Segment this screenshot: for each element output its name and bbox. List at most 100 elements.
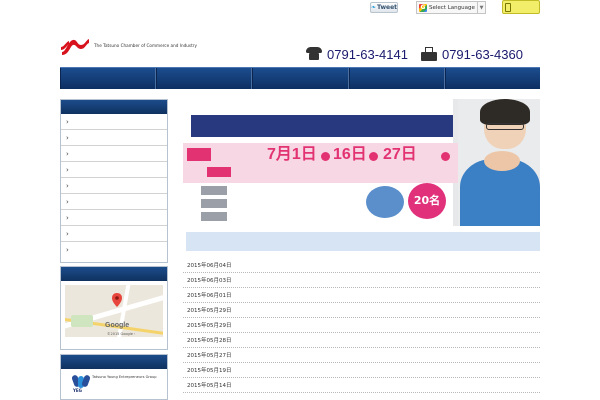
sidebar-menu: › › › › › › › › › xyxy=(60,99,168,263)
news-date: 2015年05月27日 xyxy=(187,353,232,359)
news-date: 2015年05月14日 xyxy=(187,383,232,389)
global-nav xyxy=(60,67,540,89)
google-translate-icon: G xyxy=(419,3,427,12)
banner-info-row xyxy=(201,211,233,221)
youth-group-box: YEG Tatsuno Young Entrepreneurs Group xyxy=(60,354,168,400)
banner-info-row xyxy=(201,198,233,208)
banner-info-tag xyxy=(201,185,227,195)
banner-day: 27日 xyxy=(383,146,417,163)
banner-info-tag xyxy=(201,211,227,221)
access-title xyxy=(61,267,167,281)
map-pin-icon xyxy=(112,293,122,307)
news-item: 2015年05月27日 xyxy=(183,348,540,363)
logo-mark-icon xyxy=(61,39,89,55)
news-item: 2015年06月04日 xyxy=(183,258,540,273)
chevron-right-icon: › xyxy=(66,246,69,254)
chevron-right-icon: › xyxy=(66,197,69,206)
banner-info-row xyxy=(201,185,233,195)
nav-item[interactable] xyxy=(60,68,157,89)
banner-photo xyxy=(458,99,540,226)
capacity-badge: 20名 xyxy=(408,183,446,219)
news-heading xyxy=(183,232,540,251)
tweet-button[interactable]: ❧ Tweet xyxy=(370,2,398,13)
yeg-abbr: YEG xyxy=(73,388,82,393)
capacity-badge-value: 20名 xyxy=(413,194,441,207)
banner-title xyxy=(191,115,453,137)
chevron-right-icon: › xyxy=(66,229,69,238)
nav-item[interactable] xyxy=(348,68,445,89)
target-badge xyxy=(366,186,404,218)
banner-weekday xyxy=(441,152,450,161)
site-logo[interactable]: The Tatsuno Chamber of Commerce and Indu… xyxy=(60,35,220,57)
banner-date-tag xyxy=(187,148,211,161)
access-link[interactable] xyxy=(65,341,163,348)
sidebar-item[interactable]: › xyxy=(61,210,167,226)
language-select-label: Select Language xyxy=(429,4,475,11)
chevron-right-icon: › xyxy=(66,165,69,174)
nav-item[interactable] xyxy=(252,68,349,89)
chevron-right-icon: › xyxy=(66,133,69,142)
access-box: Google ©2015 Google・ xyxy=(60,266,168,350)
banner-day: 7月1日 xyxy=(267,146,317,163)
banner-weekday xyxy=(321,152,330,161)
access-map[interactable]: Google ©2015 Google・ xyxy=(65,285,163,337)
sidebar-item[interactable]: › xyxy=(61,178,167,194)
logo-english-name: The Tatsuno Chamber of Commerce and Indu… xyxy=(94,43,197,48)
mobile-phone-icon xyxy=(505,2,511,12)
seminar-banner[interactable]: 7月1日 16日 27日 20名 xyxy=(183,99,540,226)
banner-info-tag xyxy=(201,198,227,208)
banner-sessions-tag xyxy=(207,167,231,177)
chevron-right-icon: › xyxy=(66,149,69,158)
fax-number: 0791-63-4360 xyxy=(441,46,523,62)
contact-info: 0791-63-4141 0791-63-4360 xyxy=(306,44,542,64)
news-item: 2015年05月29日 xyxy=(183,303,540,318)
youth-group-english: Tatsuno Young Entrepreneurs Group xyxy=(92,375,157,379)
yeg-logo-icon: YEG xyxy=(71,374,91,393)
fax-icon xyxy=(420,46,437,62)
nav-item[interactable] xyxy=(156,68,253,89)
news-date: 2015年05月19日 xyxy=(187,368,232,374)
twitter-bird-icon: ❧ xyxy=(371,4,377,11)
news-item: 2015年05月19日 xyxy=(183,363,540,378)
banner-day: 16日 xyxy=(333,146,367,163)
news-date: 2015年05月28日 xyxy=(187,338,232,344)
news-item: 2015年05月29日 xyxy=(183,318,540,333)
language-select[interactable]: G Select Language ▼ xyxy=(416,1,486,14)
site-tagline xyxy=(60,5,340,12)
youth-group-title xyxy=(61,355,167,369)
mobile-site-button[interactable] xyxy=(502,0,540,14)
sidebar-item[interactable]: › xyxy=(61,130,167,146)
news-item: 2015年06月01日 xyxy=(183,288,540,303)
chevron-right-icon: › xyxy=(66,181,69,190)
banner-dates: 7月1日 16日 27日 xyxy=(183,143,458,183)
sidebar-item[interactable]: › xyxy=(61,146,167,162)
tweet-label: Tweet xyxy=(377,4,398,11)
news-date: 2015年06月04日 xyxy=(187,263,232,269)
telephone-icon xyxy=(306,47,322,61)
business-hours xyxy=(390,33,540,41)
sidebar-item[interactable]: › xyxy=(61,162,167,178)
news-date: 2015年06月01日 xyxy=(187,293,232,299)
news-date: 2015年05月29日 xyxy=(187,323,232,329)
news-date: 2015年06月03日 xyxy=(187,278,232,284)
chevron-right-icon: › xyxy=(66,213,69,222)
sidebar-item[interactable]: › xyxy=(61,226,167,242)
map-copyright: ©2015 Google・ xyxy=(107,332,137,336)
news-item: 2015年05月14日 xyxy=(183,378,540,393)
sidebar-item[interactable]: › xyxy=(61,114,167,130)
dropdown-arrow-icon: ▼ xyxy=(477,2,485,13)
banner-weekday xyxy=(369,152,378,161)
sidebar-item[interactable]: › xyxy=(61,242,167,258)
news-date: 2015年05月29日 xyxy=(187,308,232,314)
page: ❧ Tweet G Select Language ▼ The Tatsuno … xyxy=(0,0,600,400)
tel-number: 0791-63-4141 xyxy=(327,46,408,62)
sidebar-menu-title xyxy=(61,100,167,114)
chevron-right-icon: › xyxy=(66,117,69,126)
nav-item[interactable] xyxy=(444,68,540,89)
map-park xyxy=(71,315,93,327)
news-item: 2015年05月28日 xyxy=(183,333,540,348)
news-list: 2015年06月04日 2015年06月03日 2015年06月01日 2015… xyxy=(183,258,540,400)
youth-group-banner[interactable]: YEG Tatsuno Young Entrepreneurs Group xyxy=(71,374,157,399)
google-logo: Google xyxy=(105,322,130,329)
sidebar-item[interactable]: › xyxy=(61,194,167,210)
